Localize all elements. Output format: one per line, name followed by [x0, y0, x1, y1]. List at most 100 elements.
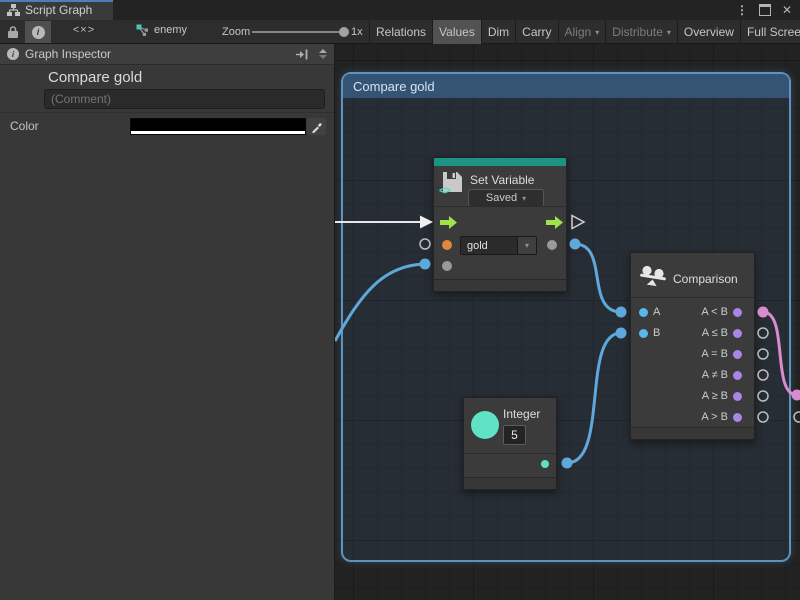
panel-scrubber[interactable]	[319, 49, 327, 59]
integer-icon	[471, 411, 499, 439]
maximize-icon[interactable]	[759, 4, 771, 16]
node-footer	[631, 427, 754, 439]
zoom-value: 1x	[351, 26, 363, 38]
carry-button[interactable]: Carry	[516, 20, 558, 44]
variable-kind-dropdown[interactable]: Saved ▾	[468, 189, 544, 207]
comparison-row: A = B	[631, 344, 754, 365]
comparison-scale-icon	[639, 261, 667, 289]
comment-input[interactable]	[44, 89, 325, 109]
output-label: A ≥ B	[702, 390, 728, 402]
integer-output-port[interactable]	[541, 460, 549, 468]
wire-endpoint	[792, 390, 800, 401]
node-set-variable[interactable]: <> Set Variable Saved ▾ gold ▾	[433, 157, 567, 292]
comparison-row: B A ≤ B	[631, 323, 754, 344]
node-footer	[464, 477, 556, 489]
relations-button[interactable]: Relations	[370, 20, 433, 44]
zoom-label: Zoom	[222, 26, 250, 38]
graph-canvas[interactable]: Compare gold <> Set Variable Saved ▾	[335, 44, 800, 600]
node-title: Comparison	[673, 272, 738, 286]
scrub-down-icon	[319, 55, 327, 59]
divider	[631, 297, 754, 298]
tab-title: Script Graph	[25, 3, 92, 17]
value-input-port[interactable]	[442, 261, 452, 271]
integer-value-field[interactable]: 5	[503, 425, 526, 445]
group-title: Compare gold	[353, 79, 435, 94]
node-comparison[interactable]: Comparison A A < B B A ≤ B A = B	[630, 252, 755, 440]
active-tab-indicator	[0, 0, 113, 2]
set-variable-icon: <>	[441, 171, 463, 193]
output-port-a-lte-b[interactable]	[733, 329, 742, 338]
comparison-row: A A < B	[631, 302, 754, 323]
dim-button[interactable]: Dim	[482, 20, 516, 44]
comparison-row: A > B	[631, 407, 754, 428]
chevron-down-icon: ▾	[595, 28, 599, 37]
graph-inspector-header: i Graph Inspector	[0, 44, 334, 65]
output-port-a-less-b[interactable]	[733, 308, 742, 317]
values-button[interactable]: Values	[433, 20, 482, 44]
color-label: Color	[10, 119, 39, 133]
output-port-a-eq-b[interactable]	[733, 350, 742, 359]
code-view-icon[interactable]: <×>	[66, 24, 102, 36]
breadcrumb[interactable]: enemy	[136, 24, 187, 36]
chevron-down-icon: ▾	[667, 28, 671, 37]
flow-output-port[interactable]	[546, 216, 563, 229]
overview-button[interactable]: Overview	[678, 20, 741, 44]
node-footer	[434, 279, 566, 291]
input-port-b[interactable]	[639, 329, 648, 338]
info-icon: i	[32, 26, 45, 39]
flow-input-port[interactable]	[440, 216, 457, 229]
title-bar: Script Graph ⋮ ✕	[0, 0, 800, 20]
toolbar-buttons: Relations Values Dim Carry Align▾ Distri…	[370, 20, 800, 44]
zoom-slider-handle[interactable]	[339, 27, 349, 37]
color-swatch[interactable]	[130, 118, 306, 135]
full-screen-button[interactable]: Full Screen	[741, 20, 800, 44]
info-icon: i	[7, 48, 19, 60]
output-port-a-gt-b[interactable]	[733, 413, 742, 422]
node-title: Set Variable	[470, 173, 534, 187]
node-integer[interactable]: Integer 5	[463, 397, 557, 490]
breadcrumb-graph-name: enemy	[154, 24, 187, 36]
close-icon[interactable]: ✕	[782, 4, 792, 16]
zoom-slider[interactable]	[252, 31, 344, 33]
name-input-port[interactable]	[442, 240, 452, 250]
comparison-row: A ≥ B	[631, 386, 754, 407]
node-title: Integer	[503, 407, 540, 421]
lock-icon[interactable]	[7, 25, 19, 39]
eyedropper-button[interactable]	[307, 118, 326, 135]
dock-panel-icon[interactable]	[295, 49, 309, 60]
script-graph-window: Script Graph ⋮ ✕ i <×> enemy Zoom	[0, 0, 800, 600]
variables-icon: <>	[439, 185, 450, 197]
divider	[0, 112, 334, 113]
graph-asset-icon	[136, 24, 149, 36]
eyedropper-icon	[311, 121, 323, 133]
divider	[434, 206, 566, 207]
chevron-down-icon: ▾	[522, 194, 526, 203]
value-output-port[interactable]	[547, 240, 557, 250]
distribute-button[interactable]: Distribute▾	[606, 20, 678, 44]
inspector-toggle-button[interactable]: i	[25, 21, 51, 43]
chevron-down-icon[interactable]: ▾	[517, 237, 536, 254]
output-label: A = B	[701, 348, 728, 360]
input-label: A	[653, 306, 660, 318]
tab-script-graph[interactable]: Script Graph	[0, 0, 113, 20]
align-button[interactable]: Align▾	[559, 20, 607, 44]
group-header[interactable]: Compare gold	[343, 74, 789, 98]
graph-toolbar: i <×> enemy Zoom 1x Relations Values Dim…	[0, 20, 800, 44]
script-graph-icon	[7, 4, 20, 17]
alpha-bar	[131, 131, 305, 134]
output-port-a-gte-b[interactable]	[733, 392, 742, 401]
output-label: A > B	[701, 411, 728, 423]
window-menu-icon[interactable]: ⋮	[736, 4, 748, 16]
input-label: B	[653, 327, 660, 339]
output-label: A < B	[701, 306, 728, 318]
output-port-a-neq-b[interactable]	[733, 371, 742, 380]
comparison-row: A ≠ B	[631, 365, 754, 386]
divider	[464, 453, 556, 454]
output-label: A ≤ B	[702, 327, 728, 339]
variable-name-dropdown[interactable]: gold ▾	[460, 236, 537, 255]
graph-inspector-title: Graph Inspector	[25, 47, 111, 61]
unconnected-port	[794, 412, 800, 422]
input-port-a[interactable]	[639, 308, 648, 317]
scrub-up-icon	[319, 49, 327, 53]
graph-title: Compare gold	[48, 69, 142, 86]
